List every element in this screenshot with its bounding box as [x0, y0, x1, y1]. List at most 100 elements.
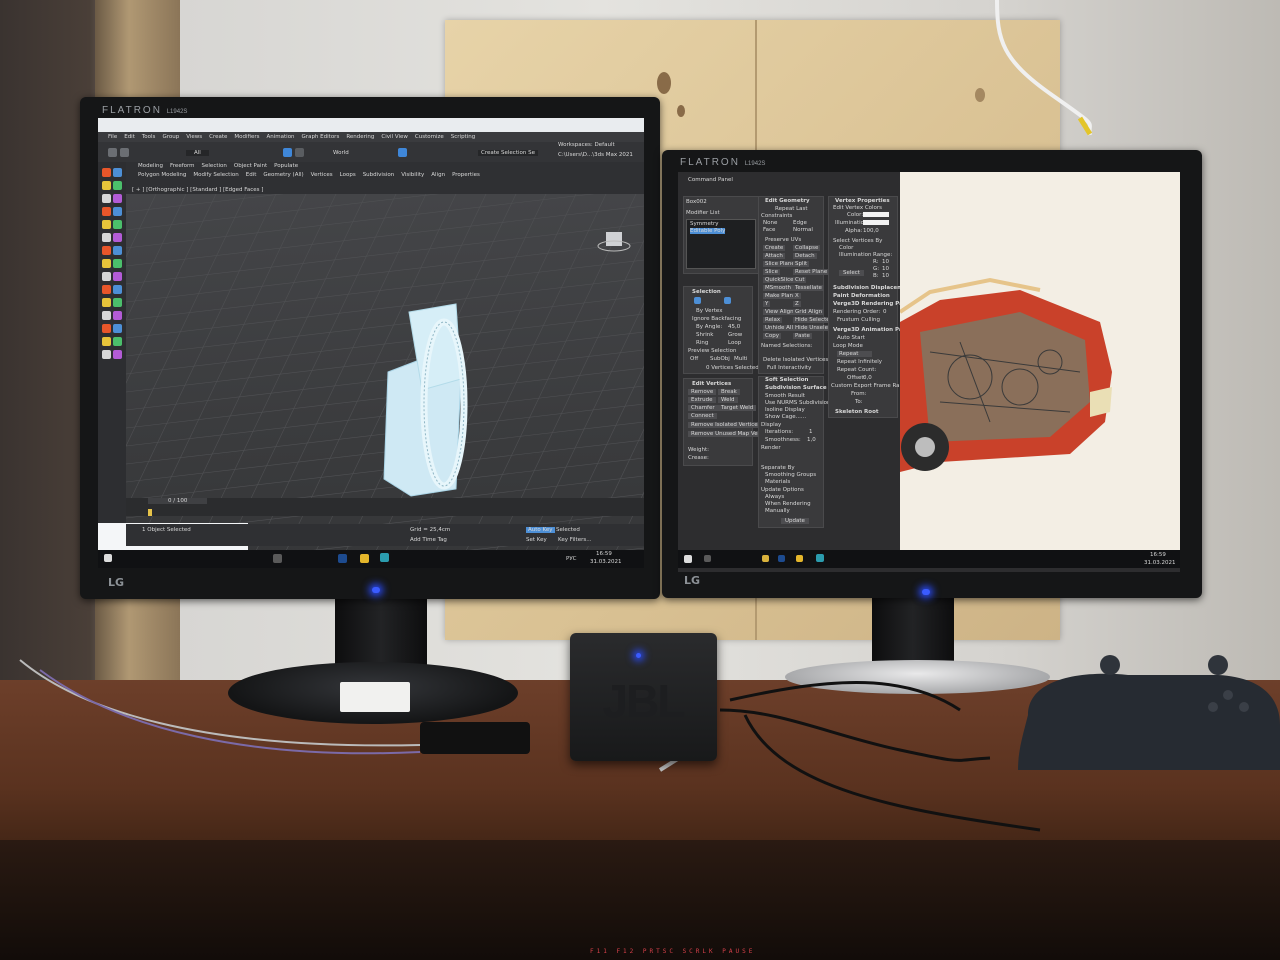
tool-icon[interactable]	[102, 181, 111, 190]
update-button[interactable]: Update	[781, 518, 809, 524]
select-move-icon[interactable]	[283, 148, 292, 157]
tool-icon[interactable]	[113, 220, 122, 229]
smoothing-groups[interactable]: Smoothing Groups	[765, 472, 816, 478]
eg-buttons-item-16[interactable]: View Align	[763, 309, 796, 315]
eg-buttons-item-15[interactable]: Z	[793, 301, 801, 307]
ring-button[interactable]: Ring	[696, 340, 708, 346]
eg-buttons-item-6[interactable]: Slice	[763, 269, 780, 275]
tool-icon[interactable]	[102, 259, 111, 268]
tool-icon[interactable]	[102, 298, 111, 307]
tool-icon[interactable]	[113, 181, 122, 190]
eg-buttons-item-20[interactable]: Unhide All	[763, 325, 795, 331]
eg-buttons-item-22[interactable]: Copy	[763, 333, 781, 339]
eg-buttons-item-4[interactable]: Slice Plane	[763, 261, 797, 267]
select-by-illumination[interactable]: Illumination	[839, 252, 871, 258]
menu-wrap-item-4[interactable]: Views	[186, 134, 202, 140]
stack-item-symmetry[interactable]: Symmetry	[690, 221, 719, 227]
menu-wrap-item-7[interactable]: Animation	[267, 134, 295, 140]
tool-icon[interactable]	[113, 168, 122, 177]
ribbon-tabs-item-2[interactable]: Selection	[202, 163, 227, 169]
chrome-icon[interactable]	[796, 555, 803, 562]
selected-dropdown[interactable]: Selected	[556, 527, 580, 533]
full-interactivity[interactable]: Full Interactivity	[767, 365, 811, 371]
key-filters-button[interactable]: Key Filters...	[558, 537, 591, 543]
3dsmax-icon[interactable]	[816, 554, 824, 562]
menu-wrap-item-8[interactable]: Graph Editors	[302, 134, 340, 140]
selection-header[interactable]: Selection	[692, 289, 721, 295]
tool-icon[interactable]	[113, 311, 122, 320]
tool-icon[interactable]	[113, 194, 122, 203]
windows-start-icon[interactable]	[684, 555, 692, 563]
tool-icon[interactable]	[113, 350, 122, 359]
constraint-normal[interactable]: Normal	[793, 227, 813, 233]
tool-icon[interactable]	[102, 246, 111, 255]
ribbon-row-item-4[interactable]: Vertices	[311, 172, 333, 178]
eg-buttons-item-14[interactable]: Y	[763, 301, 771, 307]
undo-icon[interactable]	[108, 148, 117, 157]
vertex-icon[interactable]	[694, 297, 701, 304]
windows-start-icon[interactable]	[104, 554, 112, 562]
tool-icon[interactable]	[102, 233, 111, 242]
frustum-culling[interactable]: Frustum Culling	[837, 317, 880, 323]
update-when-rendering[interactable]: When Rendering	[765, 501, 811, 507]
redo-icon[interactable]	[120, 148, 129, 157]
search-icon[interactable]	[704, 555, 711, 562]
snap-icon[interactable]	[398, 148, 407, 157]
iterations-value[interactable]: 1	[809, 429, 813, 435]
add-time-tag[interactable]: Add Time Tag	[410, 537, 447, 543]
repeat-infinitely[interactable]: Repeat Infinitely	[837, 359, 882, 365]
edit-vertices-header[interactable]: Edit Vertices	[692, 381, 731, 387]
ev-buttons-item-2[interactable]: Extrude	[688, 397, 716, 403]
tool-icon[interactable]	[113, 207, 122, 216]
eg-buttons-item-17[interactable]: Grid Align	[793, 309, 825, 315]
object-name[interactable]: Box002	[686, 199, 707, 205]
photoshop-icon[interactable]	[778, 555, 785, 562]
smooth-result[interactable]: Smooth Result	[765, 393, 805, 399]
select-button[interactable]: Select	[839, 270, 864, 276]
tool-icon[interactable]	[102, 272, 111, 281]
ribbon-row-item-1[interactable]: Modify Selection	[193, 172, 238, 178]
tool-icon[interactable]	[113, 337, 122, 346]
eg-buttons-item-3[interactable]: Detach	[793, 253, 817, 259]
timeline-counter[interactable]: 0 / 100	[148, 498, 208, 504]
eg-buttons-item-18[interactable]: Relax	[763, 317, 783, 323]
chrome-icon[interactable]	[360, 554, 369, 563]
skeleton-root[interactable]: Skeleton Root	[835, 409, 878, 415]
3dsmax-icon[interactable]	[380, 553, 389, 562]
paint-deformation[interactable]: Paint Deformation	[833, 293, 890, 299]
eg-buttons-item-23[interactable]: Paste	[793, 333, 812, 339]
menu-wrap-item-11[interactable]: Customize	[415, 134, 444, 140]
subdivision-surface-header[interactable]: Subdivision Surface	[765, 385, 827, 391]
offset-value[interactable]: 0,0	[863, 375, 872, 381]
tool-icon[interactable]	[113, 246, 122, 255]
loop-mode-dropdown[interactable]: Repeat	[837, 351, 873, 357]
preview-multi[interactable]: Multi	[734, 356, 747, 362]
by-vertex[interactable]: By Vertex	[696, 308, 722, 314]
eg-buttons-item-11[interactable]: Tessellate	[793, 285, 824, 291]
menu-wrap-item-10[interactable]: Civil View	[381, 134, 407, 140]
range-b-value[interactable]: 10	[882, 273, 889, 279]
ev-buttons-item-5[interactable]: Target Weld	[718, 405, 757, 411]
ribbon-row-item-7[interactable]: Visibility	[401, 172, 424, 178]
use-nurms[interactable]: Use NURMS Subdivision	[765, 400, 830, 406]
tool-icon[interactable]	[102, 207, 111, 216]
explorer-icon[interactable]	[762, 555, 769, 562]
viewport-label[interactable]: [ + ] [Orthographic ] [Standard ] [Edged…	[132, 187, 263, 193]
ev-buttons-item-6[interactable]: Connect	[688, 413, 717, 419]
auto-start[interactable]: Auto Start	[837, 335, 865, 341]
update-always[interactable]: Always	[765, 494, 784, 500]
illumination-swatch[interactable]	[863, 220, 889, 225]
show-cage[interactable]: Show Cage......	[765, 414, 806, 420]
eg-buttons-item-5[interactable]: Split	[793, 261, 810, 267]
eg-buttons-item-10[interactable]: MSmooth	[763, 285, 793, 291]
shrink-button[interactable]: Shrink	[696, 332, 713, 338]
rendering-order-value[interactable]: 0	[883, 309, 887, 315]
ribbon-tabs-item-3[interactable]: Object Paint	[234, 163, 267, 169]
menu-wrap-item-3[interactable]: Group	[162, 134, 179, 140]
eg-buttons-item-8[interactable]: QuickSlice	[763, 277, 796, 283]
preserve-uvs[interactable]: Preserve UVs	[765, 237, 801, 243]
eg-buttons-item-2[interactable]: Attach	[763, 253, 785, 259]
ribbon-row-item-9[interactable]: Properties	[452, 172, 480, 178]
update-manually[interactable]: Manually	[765, 508, 790, 514]
ribbon-row-item-5[interactable]: Loops	[340, 172, 356, 178]
